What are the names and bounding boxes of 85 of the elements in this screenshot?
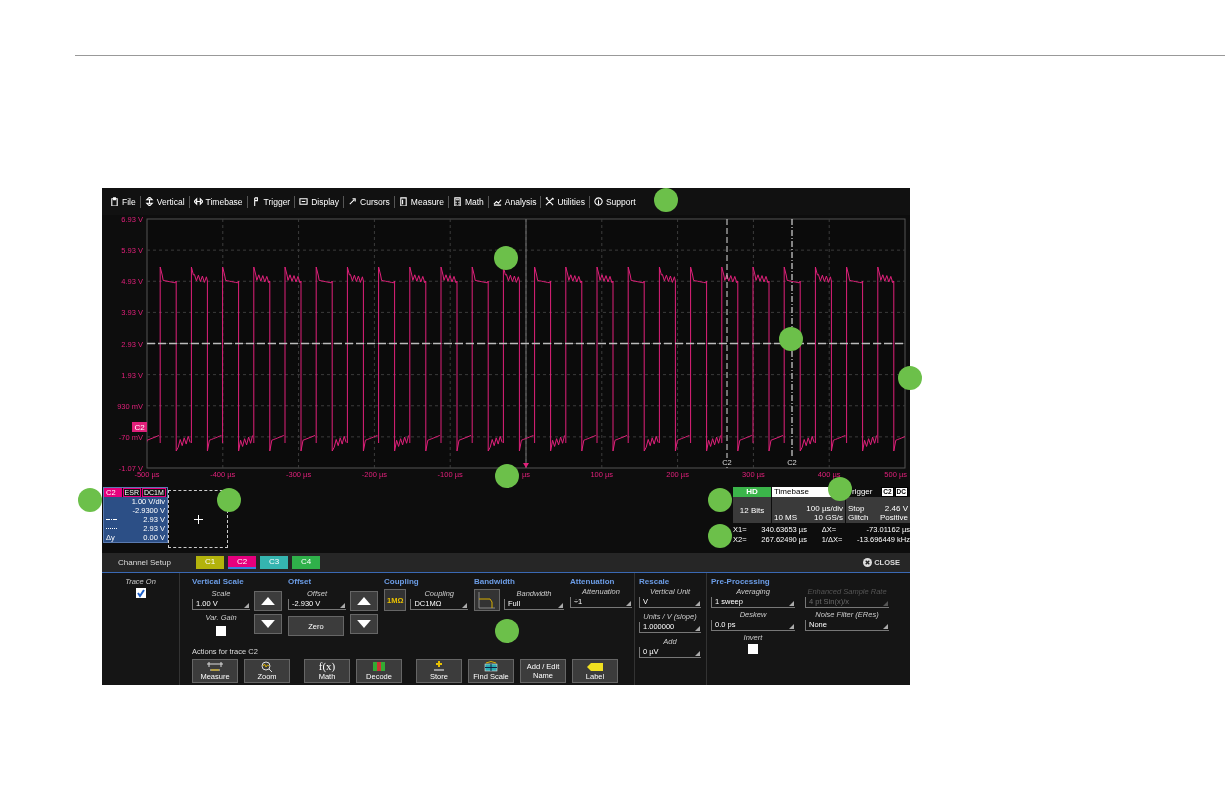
magnifier-icon xyxy=(260,661,274,672)
down-arrow-button[interactable] xyxy=(350,614,378,634)
bits-readout: 12 Bits xyxy=(738,504,766,517)
dialog-title: Channel Setup xyxy=(117,558,172,567)
up-arrow-button[interactable] xyxy=(350,591,378,611)
caret-icon xyxy=(695,626,700,631)
menu-item[interactable]: File xyxy=(106,196,140,207)
section-heading: Coupling xyxy=(384,577,420,587)
menu-item[interactable]: Vertical xyxy=(140,196,189,207)
menu-item[interactable]: Trigger xyxy=(247,196,295,207)
section-heading: Rescale xyxy=(639,577,671,587)
timebase-value: 10 MS xyxy=(774,513,799,522)
timebase-value: 100 µs/div xyxy=(805,504,843,513)
caret-icon xyxy=(789,601,794,606)
tag-icon xyxy=(586,661,604,672)
section-heading: Attenuation xyxy=(570,577,616,587)
menu-item[interactable]: Display xyxy=(295,196,344,207)
document-icon xyxy=(398,197,408,206)
callout-marker xyxy=(78,488,102,512)
caret-icon xyxy=(558,603,563,608)
caret-icon xyxy=(695,601,700,606)
filter-curve-icon xyxy=(477,590,497,610)
trigger-marker-icon xyxy=(523,463,529,468)
plus-icon xyxy=(193,514,203,524)
calculator-icon xyxy=(452,197,462,206)
menu-item[interactable]: Timebase xyxy=(189,196,247,207)
caret-icon xyxy=(695,651,700,656)
menu-item[interactable]: Math xyxy=(448,196,488,207)
caret-icon xyxy=(883,624,888,629)
mode-badge: HD xyxy=(733,487,771,497)
up-arrow-button[interactable] xyxy=(254,591,282,611)
checkbox[interactable] xyxy=(135,588,146,598)
timebase-panel[interactable]: Timebase 100 µs/div 10 MS 10 GS/s xyxy=(772,487,845,523)
channel-tab[interactable]: C2 xyxy=(228,556,256,569)
menu-item[interactable]: Analysis xyxy=(488,196,541,207)
dash-dot-line-icon xyxy=(106,518,118,521)
caret-icon xyxy=(883,601,888,606)
clipboard-icon xyxy=(110,197,119,206)
checkbox[interactable] xyxy=(216,626,226,636)
cursor-line[interactable] xyxy=(146,342,906,345)
section-heading: Pre-Processing xyxy=(711,577,771,587)
grid-scale-icon xyxy=(483,661,499,672)
panel-title: Timebase xyxy=(774,487,809,497)
line-chart-icon xyxy=(492,197,502,206)
caret-icon xyxy=(626,601,631,606)
checkbox[interactable] xyxy=(748,644,758,654)
flag-icon xyxy=(251,197,261,206)
filter-button[interactable] xyxy=(474,589,500,611)
display-icon xyxy=(299,197,309,206)
down-triangle-icon xyxy=(357,620,371,628)
trigger-value: Positive xyxy=(879,513,908,522)
caret-icon xyxy=(789,624,794,629)
up-triangle-icon xyxy=(357,597,371,605)
trigger-value: 2.46 V xyxy=(883,504,908,513)
tools-icon xyxy=(545,197,555,206)
section-heading: Offset xyxy=(288,577,313,587)
cursor-line[interactable] xyxy=(726,218,728,469)
info-icon xyxy=(593,197,603,206)
channel-tag: C2 xyxy=(132,422,147,432)
menu-item[interactable]: Measure xyxy=(394,196,448,207)
down-triangle-icon xyxy=(261,620,275,628)
menu-item[interactable]: Cursors xyxy=(344,196,394,207)
timebase-value: 10 GS/s xyxy=(813,513,843,522)
menu-item[interactable]: Utilities xyxy=(541,196,589,207)
section-heading: Vertical Scale xyxy=(192,577,245,587)
colored-bars-icon xyxy=(372,661,386,672)
caret-icon xyxy=(462,603,467,608)
function-icon: f(x) xyxy=(318,661,336,672)
dotted-line-icon xyxy=(106,527,118,530)
trigger-value: Stop xyxy=(848,504,866,513)
left-right-arrow-icon xyxy=(193,197,203,206)
pointer-icon xyxy=(348,197,358,206)
menu-item[interactable]: Support xyxy=(589,196,640,207)
callout-marker xyxy=(898,366,922,390)
trigger-value: Glitch xyxy=(848,513,870,522)
down-arrow-button[interactable] xyxy=(254,614,282,634)
up-down-arrow-icon xyxy=(144,197,154,206)
up-triangle-icon xyxy=(261,597,275,605)
ruler-icon xyxy=(206,661,224,672)
caret-icon xyxy=(244,603,249,608)
close-icon xyxy=(863,558,873,567)
plus-tray-icon xyxy=(432,661,446,672)
panel-title: rigger xyxy=(852,487,873,497)
section-heading: Bandwidth xyxy=(474,577,516,587)
caret-icon xyxy=(340,603,345,608)
